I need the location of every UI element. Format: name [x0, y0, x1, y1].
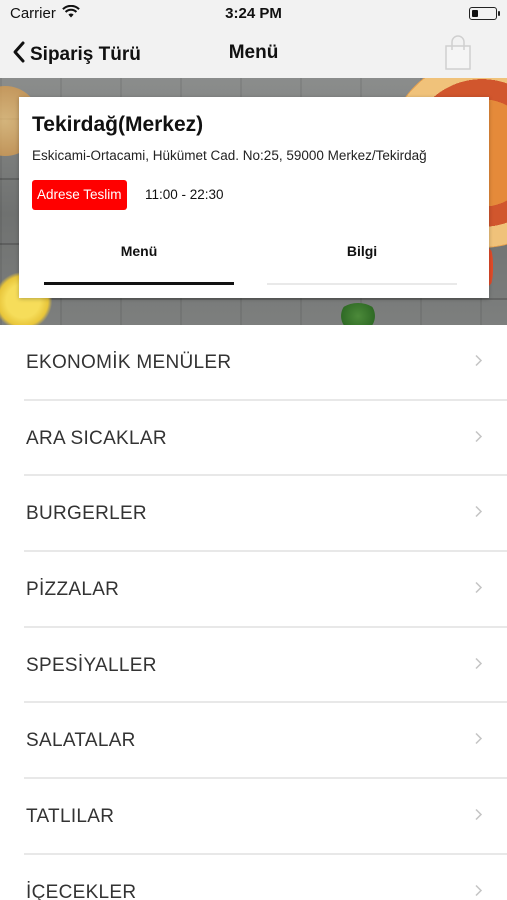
chevron-right-icon — [474, 429, 483, 448]
tab-info-label: Bilgi — [346, 243, 378, 259]
herb-image — [338, 303, 378, 325]
tab-menu-indicator — [44, 282, 234, 285]
category-row-ekonomik-menuler[interactable]: EKONOMİK MENÜLER — [0, 325, 507, 401]
tab-info-indicator — [267, 283, 457, 285]
chevron-right-icon — [474, 883, 483, 900]
status-time: 3:24 PM — [225, 5, 282, 22]
category-row-ara-sicaklar[interactable]: ARA SICAKLAR — [0, 401, 507, 477]
category-row-pizzalar[interactable]: PİZZALAR — [0, 552, 507, 628]
category-row-tatlilar[interactable]: TATLILAR — [0, 779, 507, 855]
category-label: TATLILAR — [26, 805, 115, 827]
category-row-salatalar[interactable]: SALATALAR — [0, 703, 507, 780]
tab-info[interactable]: Bilgi — [262, 233, 462, 287]
store-address: Eskicami-Ortacami, Hükümet Cad. No:25, 5… — [32, 148, 427, 163]
chevron-right-icon — [474, 505, 483, 524]
store-card: Tekirdağ(Merkez) Eskicami-Ortacami, Hükü… — [19, 97, 489, 298]
category-row-spesiyaller[interactable]: SPESİYALLER — [0, 628, 507, 704]
category-label: BURGERLER — [26, 503, 147, 525]
category-list: EKONOMİK MENÜLER ARA SICAKLAR BURGERLER … — [0, 325, 507, 900]
category-label: ARA SICAKLAR — [26, 427, 167, 449]
tab-menu-label: Menü — [120, 243, 158, 259]
chevron-right-icon — [474, 353, 483, 372]
shopping-bag-icon[interactable] — [443, 35, 473, 76]
page-title: Menü — [228, 42, 279, 63]
category-label: İÇECEKLER — [26, 881, 137, 900]
battery-icon — [469, 7, 500, 20]
category-label: SALATALAR — [26, 730, 136, 752]
category-label: SPESİYALLER — [26, 654, 157, 676]
opening-hours: 11:00 - 22:30 — [145, 187, 224, 202]
category-label: EKONOMİK MENÜLER — [26, 351, 232, 373]
chevron-right-icon — [474, 656, 483, 675]
category-label: PİZZALAR — [26, 578, 120, 600]
chevron-right-icon — [474, 580, 483, 599]
store-name: Tekirdağ(Merkez) — [32, 113, 204, 136]
category-row-burgerler[interactable]: BURGERLER — [0, 476, 507, 553]
status-bar: Carrier 3:24 PM — [0, 0, 507, 28]
chevron-right-icon — [474, 807, 483, 826]
tab-menu[interactable]: Menü — [39, 233, 239, 287]
chevron-right-icon — [474, 732, 483, 751]
delivery-badge: Adrese Teslim — [32, 180, 127, 210]
category-row-icecekler[interactable]: İÇECEKLER — [0, 855, 507, 900]
navigation-bar: Sipariş Türü Menü — [0, 28, 507, 78]
